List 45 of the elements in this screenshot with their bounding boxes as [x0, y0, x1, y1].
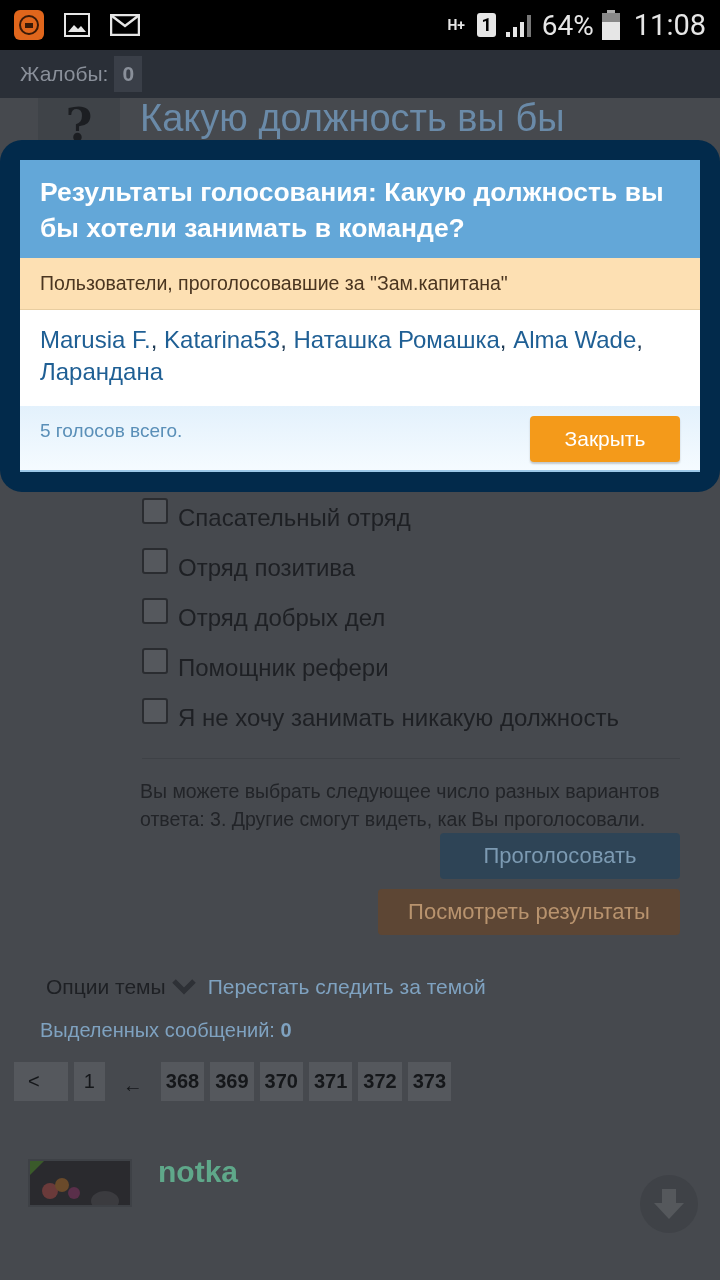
close-button[interactable]: Закрыть — [530, 416, 680, 462]
selected-messages: Выделенных сообщений: 0 — [39, 1018, 293, 1042]
page-link[interactable]: 372 — [358, 1062, 402, 1101]
previous-page-button[interactable]: < — [14, 1062, 68, 1101]
sim-indicator: 1 — [477, 13, 496, 37]
image-icon — [64, 13, 90, 37]
checkbox[interactable] — [142, 548, 168, 574]
app-logo-icon — [14, 10, 44, 40]
vote-button[interactable]: Проголосовать — [440, 833, 680, 879]
comma: , — [636, 326, 643, 353]
poll-title: Какую должность вы бы — [140, 98, 565, 141]
complaints-count: 0 — [114, 56, 143, 92]
page-link[interactable]: 369 — [210, 1062, 254, 1101]
page-link[interactable]: 368 — [160, 1062, 205, 1101]
checkbox[interactable] — [142, 648, 168, 674]
complaints-label: Жалобы: — [20, 62, 109, 86]
comma: , — [150, 326, 158, 353]
voter-link[interactable]: Alma Wade — [513, 326, 637, 353]
page-link[interactable]: 1 — [73, 1062, 105, 1101]
mail-icon — [110, 14, 140, 36]
network-type: H+ — [447, 19, 466, 31]
results-button[interactable]: Посмотреть результаты — [378, 889, 680, 935]
checkbox[interactable] — [142, 698, 168, 724]
unwatch-link[interactable]: Перестать следить за темой — [207, 975, 486, 999]
signal-icon — [503, 13, 534, 37]
voter-link[interactable]: Marusia F. — [40, 326, 151, 353]
checkbox[interactable] — [142, 598, 168, 624]
page-link[interactable]: 371 — [308, 1062, 353, 1101]
battery-icon — [601, 10, 620, 40]
post-author[interactable]: notka — [158, 1155, 238, 1189]
modal-subtitle: Пользователи, проголосовавшие за "Зам.капитана" — [20, 258, 700, 310]
page-link[interactable]: 373 — [407, 1062, 452, 1101]
chevron-down-icon — [171, 979, 196, 995]
battery-level: 64% — [541, 8, 594, 42]
voter-link[interactable]: Наташка Ромашка — [293, 326, 500, 353]
page-link[interactable]: 370 — [259, 1062, 303, 1101]
comma: , — [499, 326, 507, 353]
modal-title: Результаты голосования: Какую должность вы бы хотели занимать в команде? — [20, 160, 700, 258]
checkbox[interactable] — [142, 498, 168, 524]
page-separator: ← — [121, 1073, 144, 1097]
vote-total: 5 голосов всего. — [40, 420, 183, 442]
comma: , — [280, 326, 287, 353]
voter-link[interactable]: Ларандана — [40, 358, 163, 385]
voter-link[interactable]: Katarina53 — [164, 326, 281, 353]
clock: 11:08 — [633, 8, 706, 42]
